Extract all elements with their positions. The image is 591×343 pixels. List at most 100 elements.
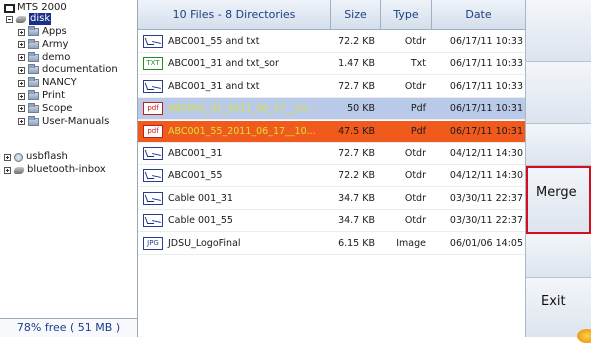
- header-size[interactable]: Size: [331, 0, 381, 30]
- expand-icon[interactable]: [18, 79, 25, 87]
- tree-item-folder[interactable]: documentation: [18, 64, 118, 76]
- txt-file-icon: TXT: [143, 57, 163, 71]
- usb-drive-icon: [14, 152, 23, 162]
- expand-icon[interactable]: [18, 66, 25, 74]
- cell-name: ABC001_55 and txt: [138, 35, 331, 48]
- tree-item-folder[interactable]: Print: [18, 90, 65, 102]
- jpg-file-icon: JPG: [143, 236, 163, 250]
- tree-item-folder-label: NANCY: [42, 77, 77, 89]
- tree-item-folder[interactable]: User-Manuals: [18, 115, 110, 128]
- otdr-file-icon: [143, 35, 163, 48]
- exit-button-label: Exit: [541, 294, 566, 309]
- file-name: ABC001_55 and txt: [168, 36, 260, 47]
- side-button-2[interactable]: [526, 62, 591, 124]
- folder-icon: [28, 115, 39, 126]
- cell-date: 06/17/11 10:33: [449, 36, 523, 47]
- table-row[interactable]: ABC001_55 and txt 72.2 KB Otdr 06/17/11 10:…: [138, 31, 525, 53]
- folder-icon: [28, 51, 39, 62]
- cell-type: Otdr: [404, 192, 426, 204]
- tree-item-disk[interactable]: disk: [6, 13, 52, 25]
- expand-icon[interactable]: [18, 28, 25, 36]
- cell-size: 6.15 KB: [338, 237, 375, 249]
- otdr-file-icon: [143, 191, 163, 205]
- folder-icon: [28, 26, 39, 36]
- cell-name: ABC001_55: [138, 169, 331, 183]
- tree-item-disk-label: disk: [29, 13, 52, 25]
- table-row[interactable]: Cable 001_55 34.7 KB Otdr 03/30/11 22:37: [138, 210, 525, 233]
- cell-size: 72.2 KB: [338, 170, 375, 182]
- cell-size: 72.2 KB: [338, 36, 375, 47]
- tree-item-folder-label: Scope: [42, 102, 73, 114]
- cell-date: 06/17/11 10:31: [449, 125, 523, 137]
- tree-item-folder[interactable]: Army: [18, 38, 68, 51]
- side-button-5[interactable]: [526, 234, 591, 278]
- table-row[interactable]: ABC001_31 and txt 72.7 KB Otdr 06/17/11 10:…: [138, 76, 525, 98]
- tree-item-folder-label: User-Manuals: [42, 115, 110, 127]
- table-header: 10 Files - 8 Directories Size Type Date: [138, 0, 525, 30]
- file-name: ABC001_31 and txt_sor: [168, 58, 279, 70]
- cell-date: 04/12/11 14:30: [449, 148, 523, 159]
- otdr-file-icon: [143, 169, 163, 183]
- free-space-status: 78% free ( 51 MB ): [0, 318, 137, 337]
- header-date[interactable]: Date: [432, 0, 525, 30]
- folder-icon: [28, 38, 39, 49]
- tree-item-usbflash-label: usbflash: [26, 151, 68, 162]
- tree-item-folder[interactable]: NANCY: [18, 77, 77, 89]
- table-row[interactable]: pdf ABC001_31_2011_06_17__10... 50 KB Pdf 06…: [138, 98, 525, 121]
- file-name: ABC001_55_2011_06_17__10...: [168, 125, 316, 137]
- cell-date: 06/17/11 10:33: [449, 58, 523, 70]
- cell-date: 03/30/11 22:37: [449, 192, 523, 204]
- side-button-1[interactable]: [526, 0, 591, 62]
- folder-icon: [28, 90, 39, 100]
- status-orb-icon: [577, 329, 591, 343]
- expand-icon[interactable]: [18, 41, 25, 49]
- cell-size: 50 KB: [347, 103, 375, 115]
- file-name: JDSU_LogoFinal: [168, 237, 241, 249]
- exit-button[interactable]: Exit: [526, 278, 591, 343]
- folder-tree: MTS 2000 disk Apps Army demo documentation N…: [0, 0, 138, 337]
- header-type[interactable]: Type: [381, 0, 432, 30]
- folder-icon: [28, 64, 39, 75]
- cell-name: JPG JDSU_LogoFinal: [138, 236, 331, 250]
- cell-type: Otdr: [404, 215, 426, 227]
- cell-type: Otdr: [404, 80, 426, 92]
- table-row[interactable]: TXT ABC001_31 and txt_sor 1.47 KB Txt 06/17/…: [138, 53, 525, 76]
- table-row[interactable]: Cable 001_31 34.7 KB Otdr 03/30/11 22:37: [138, 188, 525, 210]
- cell-date: 06/17/11 10:31: [449, 103, 523, 115]
- bluetooth-inbox-icon: [13, 166, 25, 174]
- tree-item-folder[interactable]: Apps: [18, 26, 67, 38]
- file-name: ABC001_55: [168, 170, 223, 182]
- table-row[interactable]: ABC001_31 72.7 KB Otdr 04/12/11 14:30: [138, 143, 525, 165]
- file-name: ABC001_31_2011_06_17__10...: [168, 103, 316, 115]
- cell-name: ABC001_31: [138, 147, 331, 160]
- collapse-icon[interactable]: [6, 15, 13, 23]
- tree-item-folder-label: Print: [42, 90, 66, 101]
- cell-name: Cable 001_55: [138, 214, 331, 228]
- merge-button[interactable]: Merge: [526, 166, 591, 234]
- tree-item-folder[interactable]: Scope: [18, 102, 73, 115]
- table-row[interactable]: ABC001_55 72.2 KB Otdr 04/12/11 14:30: [138, 165, 525, 188]
- cell-name: ABC001_31 and txt: [138, 79, 331, 93]
- expand-icon[interactable]: [18, 92, 25, 100]
- tree-item-usbflash[interactable]: usbflash: [4, 151, 68, 163]
- tree-item-folder-label: Apps: [42, 26, 67, 37]
- file-name: ABC001_31: [168, 148, 223, 159]
- header-summary[interactable]: 10 Files - 8 Directories: [138, 0, 331, 30]
- table-row[interactable]: pdf ABC001_55_2011_06_17__10... 47.5 KB Pdf…: [138, 120, 525, 143]
- cell-name: TXT ABC001_31 and txt_sor: [138, 57, 331, 71]
- otdr-file-icon: [143, 79, 163, 93]
- tree-item-folder-label: demo: [42, 51, 71, 63]
- expand-icon[interactable]: [4, 153, 11, 161]
- side-button-3[interactable]: [526, 124, 591, 166]
- pdf-file-icon: pdf: [143, 124, 163, 138]
- tree-item-bluetooth-inbox[interactable]: bluetooth-inbox: [4, 164, 106, 176]
- tree-item-folder[interactable]: demo: [18, 51, 71, 64]
- expand-icon[interactable]: [18, 118, 25, 126]
- expand-icon[interactable]: [18, 54, 25, 62]
- table-row[interactable]: JPG JDSU_LogoFinal 6.15 KB Image 06/01/06 14…: [138, 233, 525, 255]
- expand-icon[interactable]: [4, 166, 11, 174]
- expand-icon[interactable]: [18, 105, 25, 113]
- pdf-file-icon: pdf: [143, 102, 163, 116]
- cell-name: pdf ABC001_55_2011_06_17__10...: [138, 124, 331, 138]
- cell-name: Cable 001_31: [138, 191, 331, 205]
